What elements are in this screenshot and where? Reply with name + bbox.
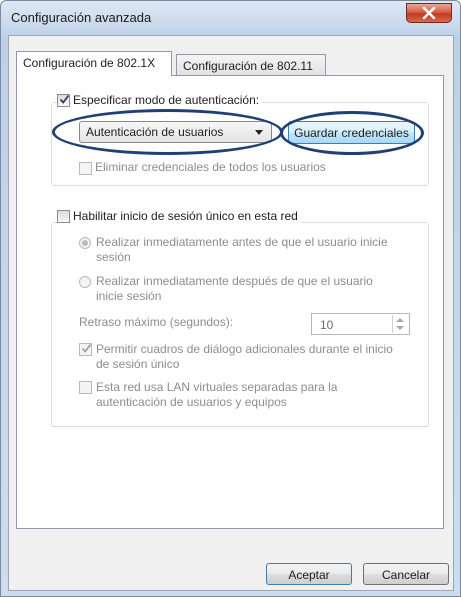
close-button[interactable] <box>406 3 452 23</box>
title-bar[interactable]: Configuración avanzada <box>1 1 460 35</box>
max-delay-spinbox[interactable]: 10 <box>311 313 410 335</box>
delete-credentials-checkbox[interactable] <box>79 162 92 175</box>
additional-dialogs-label-line2: de sesión único <box>96 357 180 371</box>
cancel-button[interactable]: Cancelar <box>363 563 449 585</box>
max-delay-label: Retraso máximo (segundos): <box>79 315 234 329</box>
tab-8021x[interactable]: Configuración de 802.1X <box>16 51 172 76</box>
delete-credentials-label: Eliminar credenciales de todos los usuar… <box>95 160 326 174</box>
radio-before-logon[interactable] <box>79 237 91 249</box>
vlan-label-line1: Esta red usa LAN virtuales separadas par… <box>96 380 338 394</box>
vlan-checkbox[interactable] <box>79 381 92 394</box>
radio-before-logon-label-line1: Realizar inmediatamente antes de que el … <box>96 235 388 249</box>
spin-arrows[interactable] <box>392 315 408 333</box>
vlan-label-line2: autenticación de usuarios y equipos <box>96 395 287 409</box>
additional-dialogs-label-line1: Permitir cuadros de diálogo adicionales … <box>96 342 393 356</box>
annotation-ellipse-dropdown <box>52 109 283 155</box>
checkmark-icon <box>59 94 70 104</box>
window-title: Configuración avanzada <box>11 10 152 25</box>
checkmark-icon <box>81 344 92 353</box>
radio-before-logon-label-line2: sesión <box>96 250 131 264</box>
radio-after-logon[interactable] <box>79 276 91 288</box>
max-delay-value: 10 <box>320 318 334 332</box>
radio-after-logon-label-line1: Realizar inmediatamente después de que e… <box>96 274 373 288</box>
accept-button[interactable]: Aceptar <box>266 563 352 585</box>
close-icon <box>422 7 436 19</box>
sso-checkbox[interactable] <box>57 210 70 223</box>
radio-after-logon-label-line2: inicie sesión <box>96 289 162 303</box>
annotation-ellipse-save-button <box>280 111 424 155</box>
spin-up-icon[interactable] <box>396 318 404 322</box>
auth-mode-checkbox[interactable] <box>57 94 70 107</box>
auth-mode-label: Especificar modo de autenticación: <box>71 93 263 107</box>
additional-dialogs-checkbox[interactable] <box>79 343 92 356</box>
sso-label: Habilitar inicio de sesión único en esta… <box>71 209 301 223</box>
tab-80211[interactable]: Configuración de 802.11 <box>176 54 326 75</box>
spin-down-icon[interactable] <box>396 326 404 330</box>
radio-selected-dot <box>82 240 88 246</box>
